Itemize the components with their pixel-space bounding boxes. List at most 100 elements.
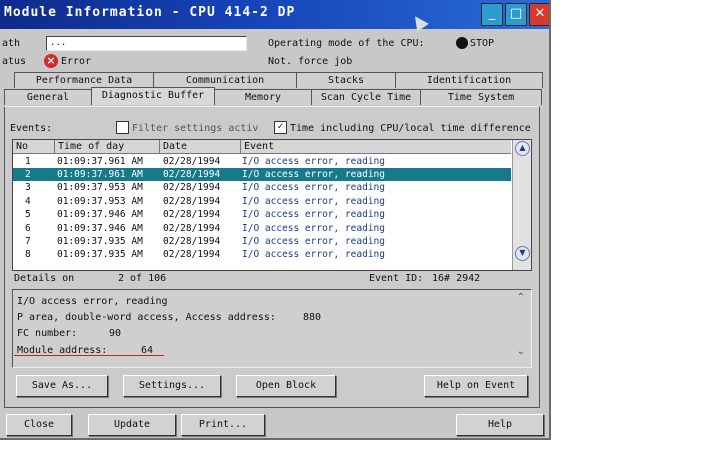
row-date: 02/28/1994	[163, 236, 221, 247]
details-scroll-down-icon[interactable]: ⌄	[517, 346, 525, 357]
row-no: 7	[25, 236, 31, 247]
help-button[interactable]: Help	[456, 414, 544, 436]
tab-memory[interactable]: Memory	[214, 89, 312, 105]
details-value: 2 of 106	[118, 273, 167, 284]
tab-scan-cycle-time[interactable]: Scan Cycle Time	[311, 89, 421, 105]
row-event: I/O access error, reading	[242, 156, 385, 167]
mode-indicator-icon	[456, 37, 468, 49]
status-label: atus	[2, 56, 27, 67]
table-row[interactable]: 1 01:09:37.961 AM 02/28/1994 I/O access …	[13, 155, 511, 168]
row-event: I/O access error, reading	[242, 196, 385, 207]
table-row[interactable]: 4 01:09:37.953 AM 02/28/1994 I/O access …	[13, 195, 511, 208]
table-row[interactable]: 8 01:09:37.935 AM 02/28/1994 I/O access …	[13, 248, 511, 261]
row-no: 1	[25, 156, 31, 167]
row-time: 01:09:37.961 AM	[57, 156, 143, 167]
title-bar[interactable]: Module Information - CPU 414-2 DP _ □ ✕	[0, 0, 549, 32]
force-job-label: Not. force job	[268, 56, 353, 67]
open-block-button[interactable]: Open Block	[236, 375, 336, 397]
row-event: I/O access error, reading	[242, 223, 385, 234]
table-scrollbar[interactable]: ▲ ▼	[512, 140, 531, 270]
row-time: 01:09:37.961 AM	[57, 169, 143, 180]
error-icon: ×	[44, 54, 58, 68]
row-event: I/O access error, reading	[242, 236, 385, 247]
update-button[interactable]: Update	[88, 414, 176, 436]
minimize-button[interactable]: _	[481, 3, 503, 26]
access-address-value: 880	[303, 312, 322, 323]
row-time: 01:09:37.935 AM	[57, 236, 143, 247]
row-time: 01:09:37.953 AM	[57, 196, 143, 207]
event-id-value: 16# 2942	[432, 273, 481, 284]
scroll-up-icon[interactable]: ▲	[515, 141, 530, 156]
path-field[interactable]: ...	[46, 36, 247, 51]
row-event: I/O access error, reading	[242, 169, 385, 180]
annotation-underline	[14, 355, 164, 356]
row-time: 01:09:37.946 AM	[57, 223, 143, 234]
event-id-label: Event ID:	[369, 273, 424, 284]
window-title: Module Information - CPU 414-2 DP	[4, 5, 296, 20]
filter-settings-checkbox[interactable]	[116, 121, 129, 134]
table-row[interactable]: 3 01:09:37.953 AM 02/28/1994 I/O access …	[13, 181, 511, 194]
row-event: I/O access error, reading	[242, 182, 385, 193]
tab-stacks[interactable]: Stacks	[296, 72, 396, 88]
settings-button[interactable]: Settings...	[123, 375, 221, 397]
table-row-selected[interactable]: 2 01:09:37.961 AM 02/28/1994 I/O access …	[13, 168, 511, 181]
time-including-checkbox[interactable]: ✓	[274, 121, 287, 134]
column-header-date[interactable]: Date	[160, 140, 241, 153]
tab-general[interactable]: General	[4, 89, 92, 105]
column-header-no[interactable]: No	[13, 140, 55, 153]
module-information-window: Module Information - CPU 414-2 DP _ □ ✕ …	[0, 0, 551, 440]
operating-mode-value: STOP	[470, 38, 495, 49]
table-header: No Time of day Date Event	[13, 140, 511, 154]
close-window-button[interactable]: ✕	[529, 3, 549, 26]
row-date: 02/28/1994	[163, 156, 221, 167]
details-scroll-up-icon[interactable]: ⌃	[517, 292, 525, 303]
row-time: 01:09:37.953 AM	[57, 182, 143, 193]
row-date: 02/28/1994	[163, 249, 221, 260]
tab-performance-data[interactable]: Performance Data	[14, 72, 154, 88]
row-date: 02/28/1994	[163, 209, 221, 220]
table-row[interactable]: 6 01:09:37.946 AM 02/28/1994 I/O access …	[13, 222, 511, 235]
row-no: 8	[25, 249, 31, 260]
save-as-button[interactable]: Save As...	[16, 375, 108, 397]
row-event: I/O access error, reading	[242, 249, 385, 260]
tab-identification[interactable]: Identification	[395, 72, 543, 88]
scroll-down-icon[interactable]: ▼	[515, 246, 530, 261]
help-on-event-button[interactable]: Help on Event	[424, 375, 528, 397]
path-label: ath	[2, 38, 21, 49]
events-label: Events:	[10, 123, 53, 134]
tab-communication[interactable]: Communication	[153, 72, 297, 88]
column-header-time[interactable]: Time of day	[55, 140, 160, 153]
row-time: 01:09:37.935 AM	[57, 249, 143, 260]
row-date: 02/28/1994	[163, 182, 221, 193]
row-date: 02/28/1994	[163, 196, 221, 207]
row-no: 6	[25, 223, 31, 234]
row-no: 2	[25, 169, 31, 180]
table-row[interactable]: 5 01:09:37.946 AM 02/28/1994 I/O access …	[13, 208, 511, 221]
event-details-box[interactable]: I/O access error, reading P area, double…	[12, 289, 532, 368]
fc-number-value: 90	[109, 328, 122, 339]
tab-time-system[interactable]: Time System	[420, 89, 542, 105]
mouse-cursor-icon	[409, 12, 429, 32]
events-table: No Time of day Date Event 1 01:09:37.961…	[12, 139, 532, 271]
time-including-label: Time including CPU/local time difference	[290, 123, 531, 134]
close-button[interactable]: Close	[6, 414, 72, 436]
details-line-1: I/O access error, reading	[17, 296, 168, 307]
details-line-2: P area, double-word access, Access addre…	[17, 312, 276, 323]
filter-settings-label: Filter settings activ	[132, 123, 259, 134]
row-date: 02/28/1994	[163, 169, 221, 180]
row-no: 4	[25, 196, 31, 207]
row-no: 5	[25, 209, 31, 220]
row-no: 3	[25, 182, 31, 193]
row-event: I/O access error, reading	[242, 209, 385, 220]
tab-diagnostic-buffer[interactable]: Diagnostic Buffer	[91, 87, 215, 105]
print-button[interactable]: Print...	[181, 414, 265, 436]
column-header-event[interactable]: Event	[241, 140, 510, 153]
details-label: Details on	[14, 273, 75, 284]
row-time: 01:09:37.946 AM	[57, 209, 143, 220]
fc-number-label: FC number:	[17, 328, 78, 339]
maximize-button[interactable]: □	[505, 3, 527, 26]
status-value: Error	[61, 56, 92, 67]
operating-mode-label: Operating mode of the CPU:	[268, 38, 425, 49]
table-row[interactable]: 7 01:09:37.935 AM 02/28/1994 I/O access …	[13, 235, 511, 248]
row-date: 02/28/1994	[163, 223, 221, 234]
